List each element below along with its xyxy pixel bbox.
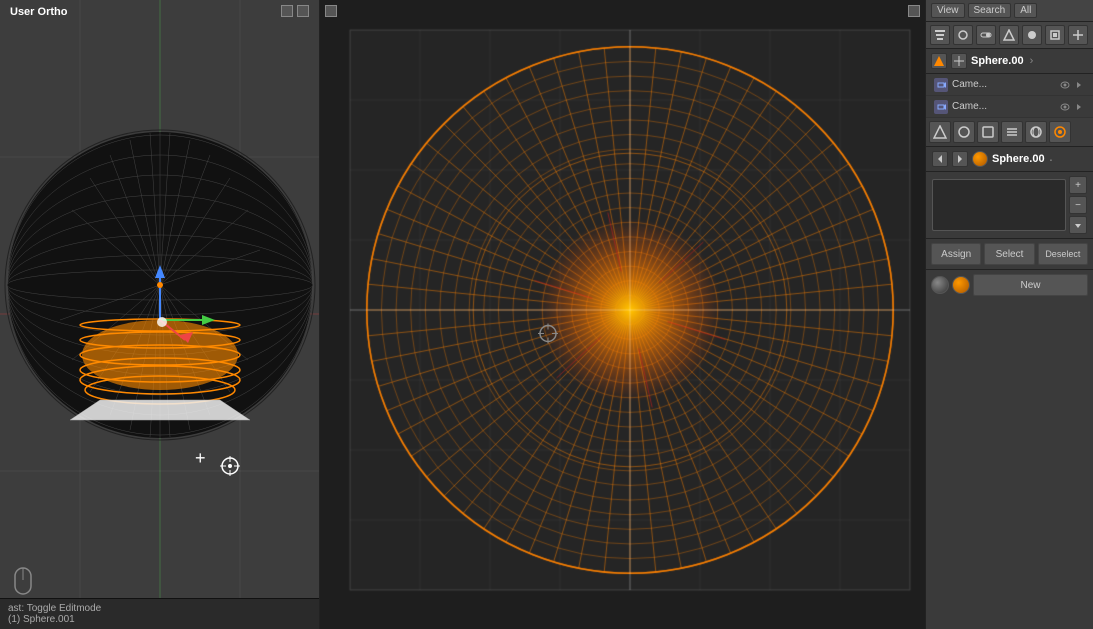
right-icon-toolbar [926,22,1093,49]
uv-crosshair [538,323,558,346]
sphere-info: (1) Sphere.001 [8,614,311,625]
prop-icon-scene[interactable] [929,121,951,143]
material-header: Sphere.00 · [926,147,1093,172]
scene-icon [931,53,947,69]
scene-name: Sphere.00 [971,55,1024,67]
icon-filter[interactable] [930,25,950,45]
sphere-label: Sphere.00 [992,153,1045,165]
outliner-label: Came... [952,79,1055,90]
icon-toggle2[interactable] [976,25,996,45]
icon-toggle1[interactable] [953,25,973,45]
outliner-row[interactable]: Came... [926,96,1093,118]
row-icons [1059,79,1085,91]
scene-arrow: › [1030,55,1034,67]
icon-toggle3[interactable] [999,25,1019,45]
viewport-corner-tr[interactable] [297,5,309,17]
uv-corner-tr[interactable] [908,5,920,17]
icon-toggle6[interactable] [1068,25,1088,45]
uv-editor[interactable] [320,0,925,629]
assign-select-row: Assign Select Deselect [926,239,1093,270]
properties-icon-row [926,118,1093,147]
mat-next[interactable] [952,151,968,167]
mat-preview-ball-2 [952,276,970,294]
camera-icon-2 [934,100,948,114]
material-slot-area: + − [926,172,1093,239]
deselect-button[interactable]: Deselect [1038,243,1088,265]
left-viewport[interactable]: User Ortho + ast: Toggle Editmode (1) Sp… [0,0,320,629]
eye-icon-2[interactable] [1059,101,1071,113]
search-button[interactable]: Search [968,3,1012,18]
material-slot-controls: + − [1069,176,1087,234]
material-slot-list[interactable] [932,179,1066,231]
cursor-icon [951,53,967,69]
new-material-row: New [926,270,1093,300]
mouse-icon [12,566,34,599]
scene-name-row: Sphere.00 › [926,49,1093,74]
3d-cursor [220,456,240,479]
toggle-editmode-label: ast: Toggle Editmode [8,603,311,614]
outliner-label-2: Came... [952,101,1055,112]
prop-icon-render[interactable] [953,121,975,143]
icon-toggle5[interactable] [1045,25,1065,45]
prop-icon-output[interactable] [977,121,999,143]
prop-icon-world[interactable] [1025,121,1047,143]
crosshair: + [195,448,206,469]
mat-ball [972,151,988,167]
right-top-bar: View Search All [926,0,1093,22]
mat-down-btn[interactable] [1069,216,1087,234]
camera-icon [934,78,948,92]
prop-icon-view-layer[interactable] [1001,121,1023,143]
all-button[interactable]: All [1014,3,1037,18]
select-button[interactable]: Select [984,243,1034,265]
prop-icon-material[interactable] [1049,121,1071,143]
icon-toggle4[interactable] [1022,25,1042,45]
status-bar: ast: Toggle Editmode (1) Sphere.001 [0,598,319,629]
sphere-dot-indicator: · [1049,151,1054,167]
viewport-corner-tr2[interactable] [281,5,293,17]
assign-button[interactable]: Assign [931,243,981,265]
viewport-label: User Ortho [10,6,67,18]
row-icons-2 [1059,101,1085,113]
view-button[interactable]: View [931,3,965,18]
outliner-row[interactable]: Came... [926,74,1093,96]
right-panel: View Search All [925,0,1093,629]
uv-corner-tl[interactable] [325,5,337,17]
arrow-icon[interactable] [1073,79,1085,91]
arrow-icon-2[interactable] [1073,101,1085,113]
material-slot-row: + − [932,176,1087,234]
outliner: Came... Came... [926,74,1093,118]
mat-preview-ball [931,276,949,294]
mat-add-btn[interactable]: + [1069,176,1087,194]
new-material-button[interactable]: New [973,274,1088,296]
mat-prev[interactable] [932,151,948,167]
eye-icon[interactable] [1059,79,1071,91]
mat-remove-btn[interactable]: − [1069,196,1087,214]
